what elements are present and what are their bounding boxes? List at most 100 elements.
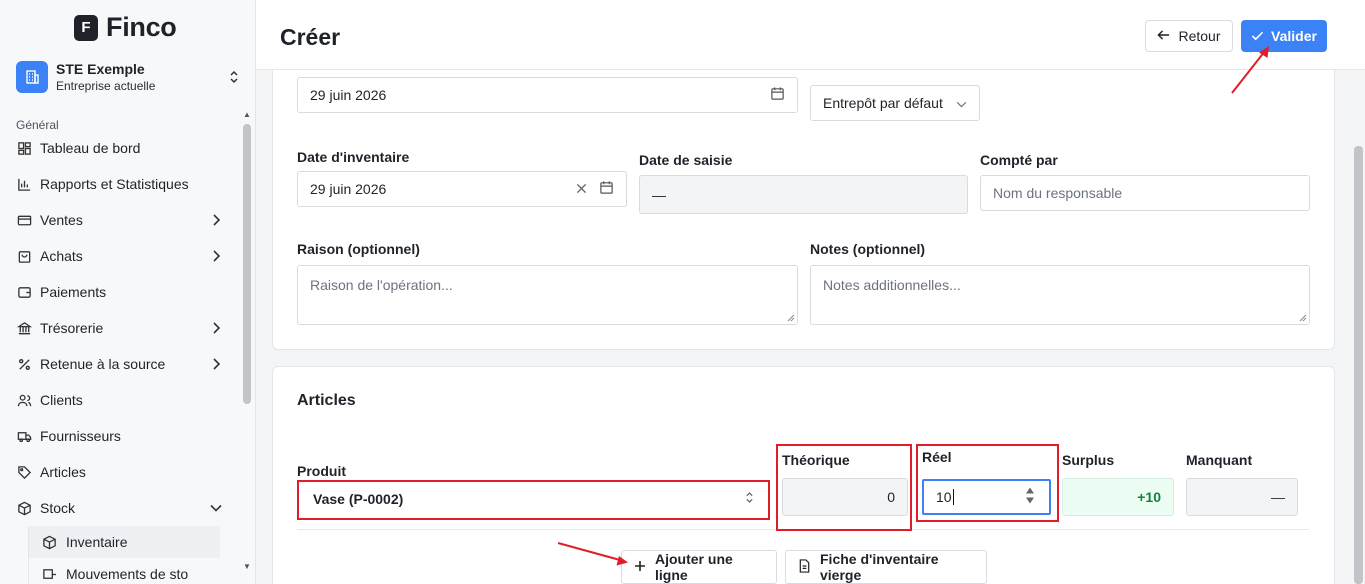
articles-title: Articles — [297, 392, 356, 409]
truck-icon — [16, 428, 32, 444]
plus-icon — [634, 559, 646, 575]
chevron-up-down-icon — [227, 67, 241, 87]
theoretical-field: 0 — [782, 478, 908, 516]
missing-field: — — [1186, 478, 1298, 516]
wallet-icon — [16, 284, 32, 300]
chevron-up-down-icon — [745, 491, 754, 507]
sidebar-item-stock[interactable]: Stock — [0, 490, 240, 526]
sidebar-item-label: Fournisseurs — [40, 428, 121, 444]
back-button[interactable]: Retour — [1145, 20, 1233, 52]
sidebar-subitem-inventory[interactable]: Inventaire — [28, 526, 220, 558]
credit-card-icon — [16, 212, 32, 228]
page-title: Créer — [280, 24, 341, 50]
logo-text: Finco — [106, 12, 177, 42]
calendar-icon[interactable] — [770, 86, 785, 104]
entry-date-label: Date de saisie — [639, 152, 733, 168]
move-icon — [41, 566, 57, 582]
sidebar-item-treasury[interactable]: Trésorerie — [0, 310, 240, 346]
scroll-down-arrow-icon[interactable]: ▼ — [242, 562, 252, 572]
counted-by-placeholder: Nom du responsable — [993, 185, 1123, 201]
col-real-label: Réel — [922, 449, 952, 465]
calendar-icon[interactable] — [599, 180, 614, 198]
sidebar-item-label: Paiements — [40, 284, 107, 300]
scrollbar-thumb[interactable] — [243, 124, 251, 404]
warehouse-select[interactable]: Entrepôt par défaut — [810, 85, 980, 121]
percent-icon — [16, 356, 32, 372]
notes-textarea[interactable]: Notes additionnelles... — [810, 265, 1310, 325]
blank-sheet-button[interactable]: Fiche d'inventaire vierge — [785, 550, 987, 584]
validate-label: Valider — [1271, 28, 1317, 44]
sidebar: F Finco STE Exemple Entreprise actuelle … — [0, 0, 256, 584]
sidebar-subitem-label: Mouvements de sto — [66, 566, 189, 582]
company-name: STE Exemple — [56, 61, 145, 77]
scroll-up-arrow-icon[interactable]: ▲ — [242, 110, 252, 120]
scrollbar-thumb[interactable] — [1354, 146, 1363, 584]
sidebar-item-label: Rapports et Statistiques — [40, 176, 189, 192]
reason-textarea[interactable]: Raison de l'opération... — [297, 265, 798, 325]
sidebar-item-clients[interactable]: Clients — [0, 382, 240, 418]
chevron-down-icon — [210, 502, 222, 514]
page-header: Créer Retour Valider — [256, 0, 1365, 70]
date-value: 29 juin 2026 — [310, 87, 387, 103]
theoretical-value: 0 — [887, 489, 895, 505]
chevron-right-icon — [210, 322, 222, 334]
inventory-date-input[interactable]: 29 juin 2026 — [297, 171, 627, 207]
surplus-field: +10 — [1062, 478, 1174, 516]
sidebar-item-sales[interactable]: Ventes — [0, 202, 240, 238]
company-switcher[interactable]: STE Exemple Entreprise actuelle — [16, 60, 241, 94]
resize-handle-icon[interactable] — [1299, 314, 1307, 322]
users-icon — [16, 392, 32, 408]
sidebar-item-reports[interactable]: Rapports et Statistiques — [0, 166, 240, 202]
real-value: 10 — [936, 489, 952, 505]
bank-icon — [16, 320, 32, 336]
blank-sheet-label: Fiche d'inventaire vierge — [820, 551, 939, 583]
clear-icon[interactable] — [576, 181, 587, 197]
validate-button[interactable]: Valider — [1241, 20, 1327, 52]
app-logo[interactable]: F Finco — [74, 12, 177, 43]
dashboard-icon — [16, 140, 32, 156]
resize-handle-icon[interactable] — [787, 314, 795, 322]
sidebar-item-label: Ventes — [40, 212, 83, 228]
inventory-date-value: 29 juin 2026 — [310, 181, 387, 197]
reason-label: Raison (optionnel) — [297, 241, 420, 257]
product-select[interactable]: Vase (P-0002) — [301, 483, 766, 515]
sidebar-item-withholding[interactable]: Retenue à la source — [0, 346, 240, 382]
real-quantity-input[interactable]: 10 — [922, 479, 1051, 515]
notes-placeholder: Notes additionnelles... — [823, 277, 961, 293]
check-icon — [1251, 28, 1264, 44]
number-stepper-icon[interactable] — [1025, 487, 1035, 508]
chevron-right-icon — [210, 214, 222, 226]
sidebar-item-articles[interactable]: Articles — [0, 454, 240, 490]
tag-icon — [16, 464, 32, 480]
sidebar-item-label: Achats — [40, 248, 83, 264]
sidebar-item-label: Articles — [40, 464, 86, 480]
document-icon — [798, 558, 811, 576]
chevron-right-icon — [210, 250, 222, 262]
add-line-button[interactable]: Ajouter une ligne — [621, 550, 777, 584]
chevron-right-icon — [210, 358, 222, 370]
add-line-label: Ajouter une ligne — [655, 551, 733, 583]
sidebar-item-label: Retenue à la source — [40, 356, 166, 372]
shopping-bag-icon — [16, 248, 32, 264]
back-label: Retour — [1178, 28, 1221, 44]
sidebar-scrollbar[interactable]: ▲ ▼ — [242, 108, 252, 578]
sidebar-item-label: Trésorerie — [40, 320, 104, 336]
sidebar-subitem-stock-movements[interactable]: Mouvements de sto — [28, 558, 220, 584]
date-input[interactable]: 29 juin 2026 — [297, 77, 798, 113]
main-scrollbar[interactable] — [1352, 70, 1365, 584]
entry-date-field: — — [639, 175, 968, 214]
sidebar-item-payments[interactable]: Paiements — [0, 274, 240, 310]
sidebar-nav: Tableau de bord Rapports et Statistiques… — [0, 130, 240, 584]
bar-chart-icon — [16, 176, 32, 192]
arrow-left-icon — [1157, 28, 1170, 44]
counted-by-input[interactable]: Nom du responsable — [980, 175, 1310, 211]
logo-mark: F — [74, 14, 98, 41]
product-value: Vase (P-0002) — [313, 491, 404, 507]
sidebar-item-purchases[interactable]: Achats — [0, 238, 240, 274]
box-icon — [16, 500, 32, 516]
sidebar-item-suppliers[interactable]: Fournisseurs — [0, 418, 240, 454]
inventory-date-label: Date d'inventaire — [297, 149, 410, 165]
entry-date-value: — — [652, 186, 666, 203]
sidebar-item-dashboard[interactable]: Tableau de bord — [0, 130, 240, 166]
sidebar-item-label: Stock — [40, 500, 76, 516]
